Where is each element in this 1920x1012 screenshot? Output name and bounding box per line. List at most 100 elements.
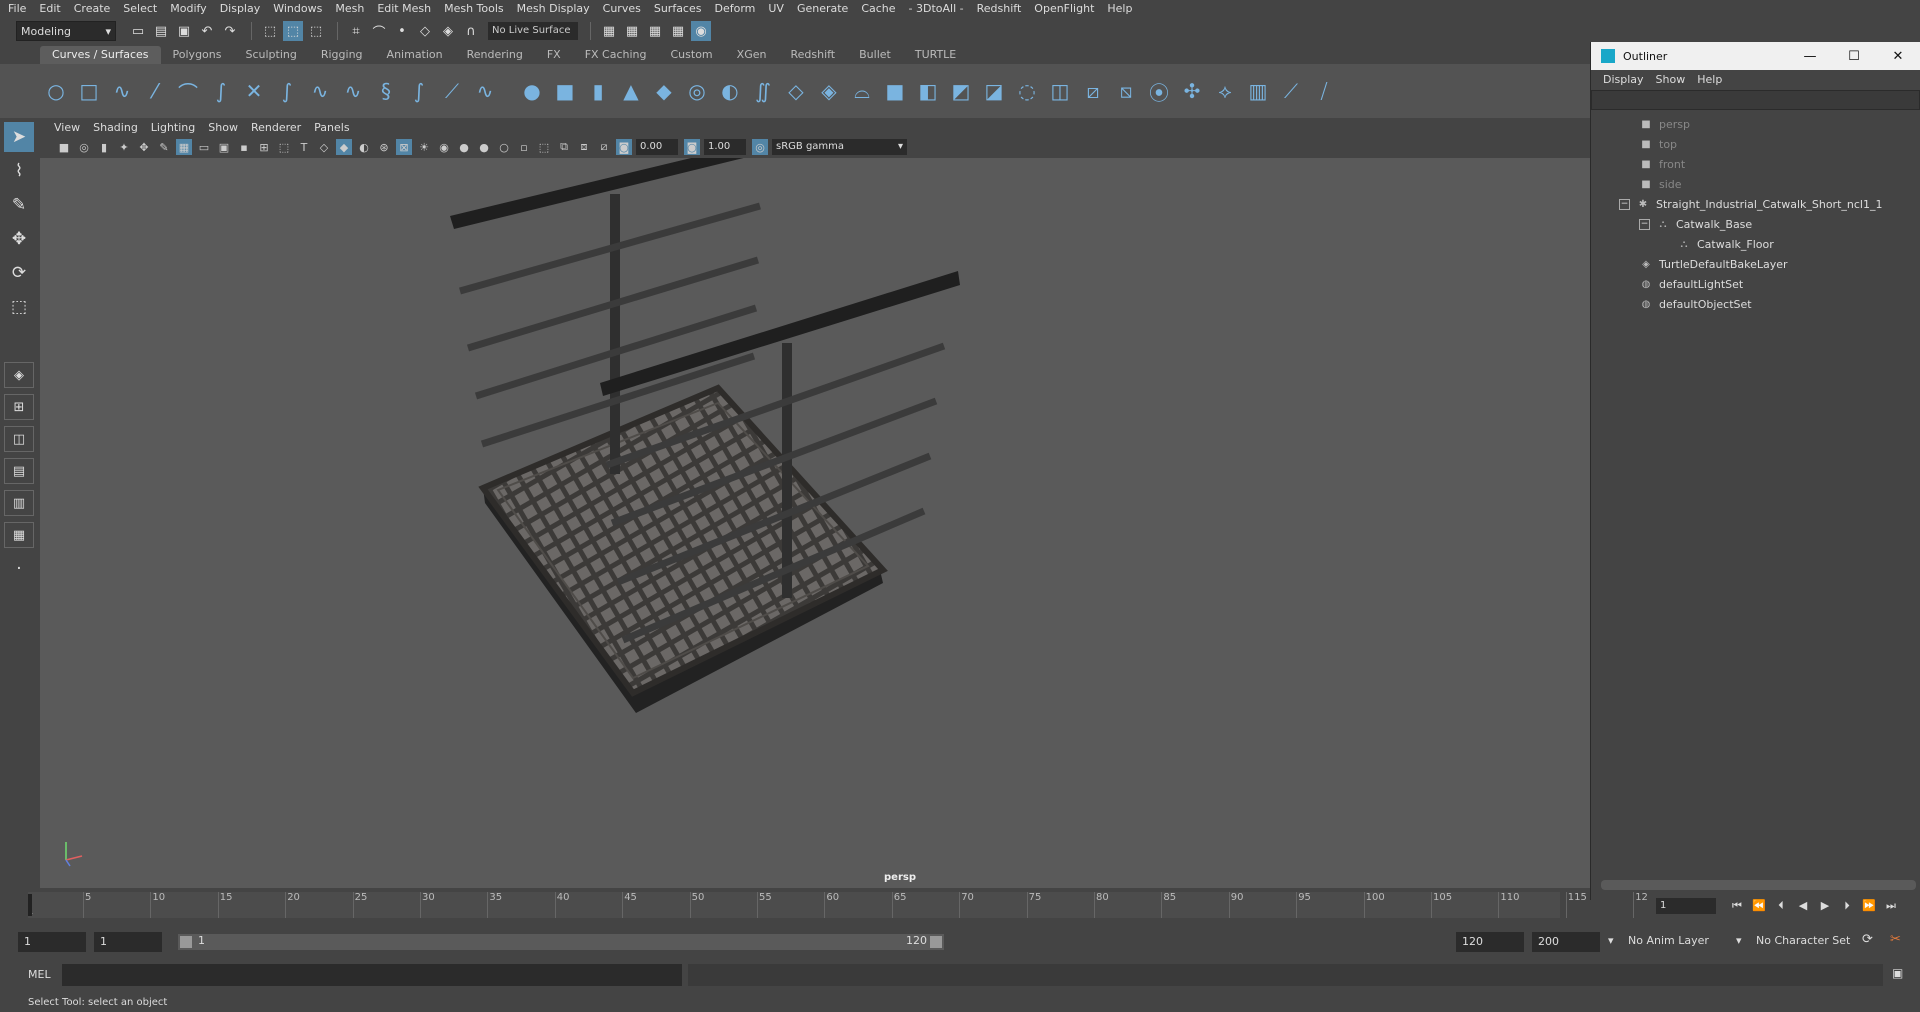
grid-icon[interactable]: ▦ [176,139,192,155]
resolution-gate-icon[interactable]: ▣ [216,139,232,155]
tab-rigging[interactable]: Rigging [309,46,375,64]
detach-curve-icon[interactable]: ∿ [339,77,367,105]
bevel-plus-icon[interactable]: ◩ [947,77,975,105]
curve-fillet-icon[interactable]: ⟋ [438,77,466,105]
arc-icon[interactable]: ✕ [240,77,268,105]
use-all-lights-icon[interactable]: ⊠ [396,139,412,155]
rotate-tool-icon[interactable]: ⟳ [4,258,34,288]
view-transform-select[interactable]: sRGB gamma ▾ [772,139,907,155]
nurbs-torus-icon[interactable]: ◎ [683,77,711,105]
snap-curve-icon[interactable]: ⌒ [369,21,389,41]
pencil-curve-icon[interactable]: ∫ [207,77,235,105]
chevron-down-icon[interactable]: ▾ [1736,934,1742,947]
menu-help[interactable]: Help [1103,0,1141,18]
image-plane-icon[interactable]: ✦ [116,139,132,155]
single-pane-layout-icon[interactable]: ◈ [4,362,34,388]
time-slider-cursor[interactable] [28,894,32,916]
tab-polygons[interactable]: Polygons [161,46,234,64]
outliner-search-input[interactable] [1591,90,1920,110]
minimize-icon[interactable]: — [1788,49,1832,64]
nurbs-cube-icon[interactable]: ■ [551,77,579,105]
menu-select[interactable]: Select [119,0,166,18]
revolve-icon[interactable]: ◐ [716,77,744,105]
outliner-item-catwalk-root[interactable]: − ✱ Straight_Industrial_Catwalk_Short_nc… [1591,194,1920,214]
safe-action-icon[interactable]: ⬚ [276,139,292,155]
outliner-persp-layout-icon[interactable]: ▤ [4,458,34,484]
curve-edit-icon[interactable]: ∫ [273,77,301,105]
grease-pencil-icon[interactable]: ✎ [156,139,172,155]
outliner-item-top[interactable]: ■ top [1591,134,1920,154]
menu-modify[interactable]: Modify [166,0,215,18]
square-surface-icon[interactable]: ◧ [914,77,942,105]
top-bottom-layout-icon[interactable]: ▥ [4,490,34,516]
play-forward-icon[interactable]: ▶ [1814,898,1836,914]
render-view-icon[interactable]: ◉ [691,21,711,41]
screen-space-ao-icon[interactable]: ◉ [436,139,452,155]
outliner-item-catwalk-floor[interactable]: ⛬ Catwalk_Floor [1591,234,1920,254]
panel-menu-panels[interactable]: Panels [310,121,358,134]
menu-openflight[interactable]: OpenFlight [1030,0,1103,18]
character-set-select[interactable]: No Character Set [1756,934,1850,947]
outliner-item-default-light-set[interactable]: ◍ defaultLightSet [1591,274,1920,294]
tab-xgen[interactable]: XGen [725,46,779,64]
nurbs-sphere-icon[interactable]: ● [518,77,546,105]
outliner-item-catwalk-base[interactable]: − ⛬ Catwalk_Base [1591,214,1920,234]
field-chart-icon[interactable]: ⊞ [256,139,272,155]
render-frame-icon[interactable]: ▦ [599,21,619,41]
gamma-icon[interactable]: ◙ [684,139,700,155]
tab-turtle[interactable]: TURTLE [903,46,968,64]
menu-generate[interactable]: Generate [793,0,857,18]
panel-menu-renderer[interactable]: Renderer [247,121,310,134]
wireframe-icon[interactable]: ◇ [316,139,332,155]
camera-select-icon[interactable]: ■ [56,139,72,155]
extend-surface-icon[interactable]: ⟋ [1277,77,1305,105]
panel-menu-show[interactable]: Show [204,121,247,134]
open-close-icon[interactable]: ⟡ [1211,77,1239,105]
smooth-shade-icon[interactable]: ◆ [336,139,352,155]
bookmark-icon[interactable]: ▮ [96,139,112,155]
tab-custom[interactable]: Custom [659,46,725,64]
exposure-icon[interactable]: ◙ [616,139,632,155]
outliner-item-persp[interactable]: ■ persp [1591,114,1920,134]
select-hierarchy-icon[interactable]: ⬚ [260,21,280,41]
intersect-surface-icon[interactable]: ◌ [1013,77,1041,105]
sculpt-geometry-icon[interactable]: ⧸ [1310,77,1338,105]
tab-curves-surfaces[interactable]: Curves / Surfaces [40,46,161,64]
more-layouts-icon[interactable]: · [4,554,34,584]
tab-rendering[interactable]: Rendering [455,46,535,64]
animation-start-field[interactable]: 1 [18,932,86,952]
command-input[interactable] [62,964,682,986]
outliner-item-turtle-layer[interactable]: ◈ TurtleDefaultBakeLayer [1591,254,1920,274]
scale-tool-icon[interactable]: ⬚ [4,292,34,322]
move-tool-icon[interactable]: ✥ [4,224,34,254]
ep-curve-icon[interactable]: ⁄ [141,77,169,105]
step-forward-frame-icon[interactable]: ⏩ [1858,898,1880,914]
menu-display[interactable]: Display [216,0,270,18]
align-surface-icon[interactable]: ✣ [1178,77,1206,105]
backface-icon[interactable]: ⧄ [596,139,612,155]
range-start-handle[interactable] [180,936,192,948]
tab-bullet[interactable]: Bullet [847,46,903,64]
gate-mask-icon[interactable]: ▪ [236,139,252,155]
collapse-toggle-icon[interactable]: − [1619,198,1630,210]
maximize-icon[interactable]: ☐ [1832,49,1876,64]
lasso-tool-icon[interactable]: ⌇ [4,156,34,186]
play-backward-icon[interactable]: ◀ [1792,898,1814,914]
menu-deform[interactable]: Deform [710,0,764,18]
detach-surface-icon[interactable]: ⦿ [1145,77,1173,105]
script-editor-icon[interactable]: ▣ [1892,966,1903,980]
untrim-icon[interactable]: ⧄ [1079,77,1107,105]
extrude-icon[interactable]: ◈ [815,77,843,105]
step-back-key-icon[interactable]: ⏴ [1770,898,1792,914]
project-curve-icon[interactable]: ◪ [980,77,1008,105]
menu-mesh[interactable]: Mesh [331,0,373,18]
side-by-side-layout-icon[interactable]: ◫ [4,426,34,452]
viewport-persp[interactable]: persp [40,158,1590,888]
menu-3dtoall[interactable]: - 3DtoAll - [905,0,973,18]
open-scene-icon[interactable]: ▤ [151,21,171,41]
outliner-menu-help[interactable]: Help [1693,73,1730,86]
paint-select-icon[interactable]: ✎ [4,190,34,220]
mode-selector[interactable]: Modeling ▾ [16,21,116,41]
snap-view-icon[interactable]: ◇ [415,21,435,41]
outliner-menu-show[interactable]: Show [1652,73,1694,86]
